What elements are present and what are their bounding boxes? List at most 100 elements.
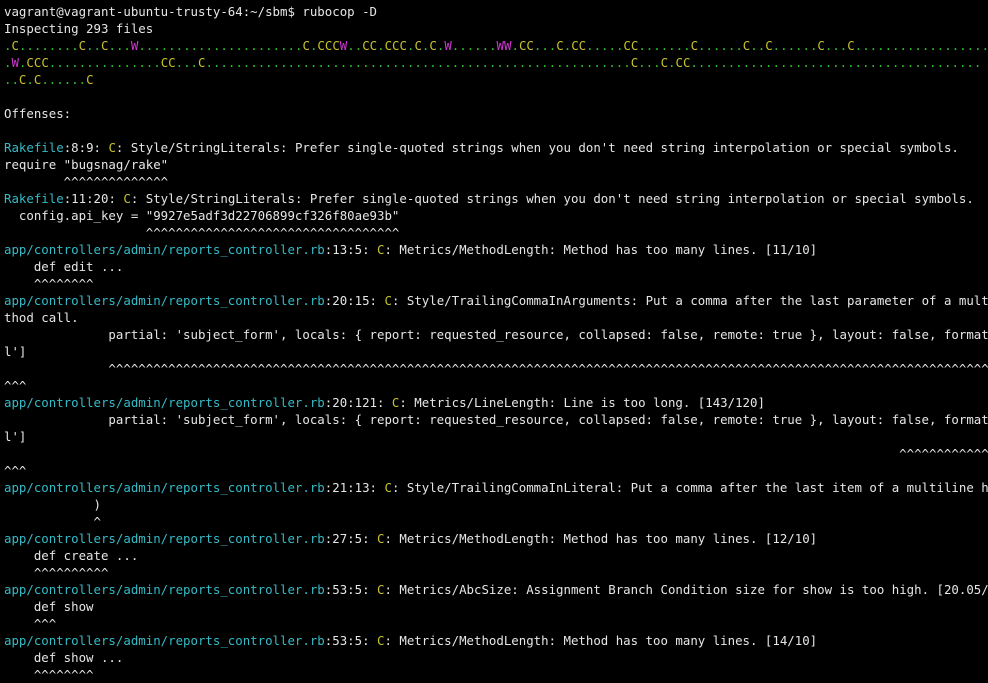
terminal-line: config.api_key = "9927e5adf3d22706899cf3…	[4, 207, 988, 224]
terminal-line: ^^^^^^^^^^^^^^^^^^^^^^^^^^^^^^^^^^^^^^^^…	[4, 360, 988, 377]
convention-marker: C	[78, 38, 87, 53]
ok-file-dots: ...............	[48, 55, 161, 70]
convention-marker: C	[847, 38, 855, 53]
convention-marker: CC	[675, 55, 691, 70]
terminal-line: ^^^^^^^^^^	[4, 564, 988, 581]
convention-marker: CC	[362, 38, 378, 53]
ok-file-dots: ........................................…	[205, 55, 631, 70]
warning-marker: W	[11, 55, 19, 70]
convention-marker: CC	[518, 38, 534, 53]
convention-marker: CC	[623, 38, 639, 53]
convention-marker: C	[384, 293, 392, 308]
ok-file-dots: ..	[750, 38, 766, 53]
ok-file-dots: ......	[41, 72, 87, 87]
output-text: :20:121:	[324, 395, 392, 410]
terminal-line: l']	[4, 428, 988, 445]
terminal-line: ^^^	[4, 615, 988, 632]
terminal-line: )	[4, 496, 988, 513]
output-text: ^^^^^^^^^^^^^^^^^^^^	[4, 446, 988, 461]
output-text: ^^^^^^^^	[4, 667, 94, 682]
convention-marker: CCC	[317, 38, 340, 53]
terminal-line: def show ...	[4, 649, 988, 666]
terminal-line: ​	[4, 88, 988, 105]
offense-file-path: app/controllers/admin/reports_controller…	[4, 531, 325, 546]
warning-marker: WW	[496, 38, 512, 53]
offense-file-path: app/controllers/admin/reports_controller…	[4, 582, 325, 597]
ok-file-dots: .....	[586, 38, 624, 53]
output-text: config.api_key = "9927e5adf3d22706899cf3…	[4, 208, 400, 223]
ok-file-dots: ...	[108, 38, 131, 53]
terminal-line: ^^^	[4, 377, 988, 394]
output-text: : Style/StringLiterals: Prefer single-qu…	[115, 140, 959, 155]
output-text: def show	[4, 599, 94, 614]
output-text: :8:9:	[63, 140, 109, 155]
output-text: )	[4, 497, 101, 512]
terminal-window[interactable]: vagrant@vagrant-ubuntu-trusty-64:~/sbm$ …	[0, 0, 988, 683]
warning-marker: W	[444, 38, 452, 53]
terminal-line: app/controllers/admin/reports_controller…	[4, 632, 988, 649]
output-text: l']	[4, 344, 27, 359]
ok-file-dots: .......................................	[690, 55, 982, 70]
ok-file-dots: .	[668, 55, 676, 70]
output-text: : Metrics/MethodLength: Method has too m…	[384, 531, 818, 546]
convention-marker: C	[817, 38, 825, 53]
output-text: : Metrics/LineLength: Line is too long. …	[399, 395, 765, 410]
terminal-line: ^^^	[4, 462, 988, 479]
terminal-line: def create ...	[4, 547, 988, 564]
offense-file-path: app/controllers/admin/reports_controller…	[4, 395, 325, 410]
output-text: : Metrics/AbcSize: Assignment Branch Con…	[384, 582, 988, 597]
terminal-line: .W.CCC...............CC...C.............…	[4, 54, 988, 71]
output-text: :11:20:	[63, 191, 124, 206]
output-text: : Style/StringLiterals: Prefer single-qu…	[130, 191, 974, 206]
terminal-line: ^	[4, 513, 988, 530]
ok-file-dots: .......	[638, 38, 691, 53]
output-text: :20:15:	[324, 293, 385, 308]
terminal-line: Inspecting 293 files	[4, 20, 988, 37]
output-text: ^	[4, 514, 101, 529]
ok-file-dots: ...	[175, 55, 199, 70]
output-text: : Style/TrailingCommaInLiteral: Put a co…	[391, 480, 988, 495]
output-text: ^^^^^^^^^^^^^^^^^^^^^^^^^^^^^^^^^^^^^^^^…	[4, 361, 988, 376]
output-text: :53:5:	[324, 633, 377, 648]
output-text: partial: 'subject_form', locals: { repor…	[4, 412, 988, 427]
terminal-line: ^^^^^^^^^^^^^^^^^^^^	[4, 445, 988, 462]
output-text: :21:13:	[324, 480, 385, 495]
terminal-line: app/controllers/admin/reports_controller…	[4, 241, 988, 258]
output-text: def create ...	[4, 548, 139, 563]
convention-marker: CCC	[384, 38, 407, 53]
ok-file-dots: ..	[86, 38, 102, 53]
ok-file-dots: ..	[4, 72, 19, 87]
output-text: ^^^^^^^^^^^^^^^^^^^^^^^^^^^^^^^^^^	[4, 225, 400, 240]
terminal-line: def show	[4, 598, 988, 615]
convention-marker: CC	[571, 38, 587, 53]
output-text: :53:5:	[324, 582, 377, 597]
convention-marker: C	[123, 191, 131, 206]
ok-file-dots: ......	[698, 38, 743, 53]
output-text: l']	[4, 429, 27, 444]
output-text: ^^^	[4, 463, 27, 478]
convention-marker: CC	[160, 55, 176, 70]
output-text: : Metrics/MethodLength: Method has too m…	[384, 633, 818, 648]
terminal-line: l']	[4, 343, 988, 360]
ok-file-dots: ...	[824, 38, 848, 53]
convention-marker: C	[384, 480, 392, 495]
terminal-line: ^^^^^^^^^^^^^^^^^^^^^^^^^^^^^^^^^^	[4, 224, 988, 241]
output-text: def edit ...	[4, 259, 124, 274]
terminal-line: partial: 'subject_form', locals: { repor…	[4, 326, 988, 343]
offense-file-path: Rakefile	[4, 140, 64, 155]
output-text: ^^^	[4, 616, 57, 631]
terminal-line: Rakefile:8:9: C: Style/StringLiterals: P…	[4, 139, 988, 156]
terminal-line: ​	[4, 122, 988, 139]
ok-file-dots: ...................	[854, 38, 988, 53]
convention-marker: C	[108, 140, 116, 155]
terminal-line: app/controllers/admin/reports_controller…	[4, 581, 988, 598]
convention-marker: C	[556, 38, 564, 53]
output-text: vagrant@vagrant-ubuntu-trusty-64:~/sbm$ …	[4, 4, 377, 19]
offense-file-path: app/controllers/admin/reports_controller…	[4, 242, 325, 257]
terminal-line: app/controllers/admin/reports_controller…	[4, 530, 988, 547]
convention-marker: C	[86, 72, 94, 87]
output-text: ^^^	[4, 378, 27, 393]
output-text: thod call.	[4, 310, 79, 325]
convention-marker: C	[302, 38, 310, 53]
ok-file-dots: .	[511, 38, 519, 53]
